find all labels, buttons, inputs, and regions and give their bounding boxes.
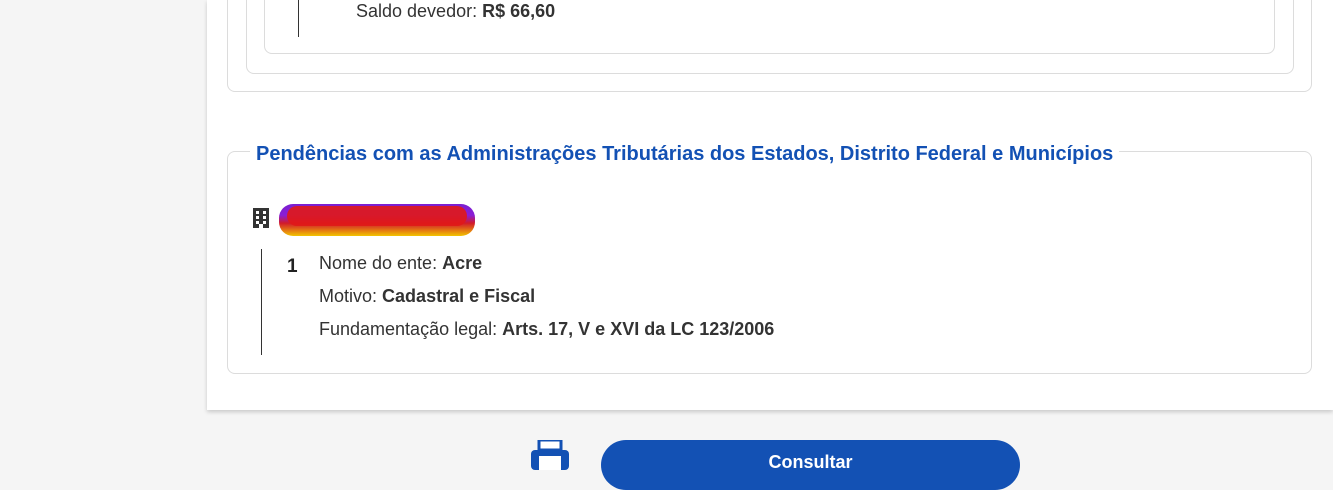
redaction-scribble xyxy=(287,206,467,226)
motivo-label: Motivo: xyxy=(319,286,378,306)
fundamentacao-label: Fundamentação legal: xyxy=(319,319,498,339)
building-icon xyxy=(252,207,270,229)
ente-line: Nome do ente: Acre xyxy=(319,252,482,274)
motivo-line: Motivo: Cadastral e Fiscal xyxy=(319,285,535,307)
fundamentacao-line: Fundamentação legal: Arts. 17, V e XVI d… xyxy=(319,318,774,340)
action-button[interactable]: Consultar xyxy=(601,440,1020,490)
ente-value: Acre xyxy=(442,253,483,273)
balance-label: Saldo devedor: xyxy=(356,1,478,21)
balance-value: R$ 66,60 xyxy=(482,1,556,21)
ente-label: Nome do ente: xyxy=(319,253,438,273)
balance-line: Saldo devedor: R$ 66,60 xyxy=(356,0,555,22)
state-item-divider xyxy=(261,249,262,355)
previous-item-divider xyxy=(298,0,299,37)
motivo-value: Cadastral e Fiscal xyxy=(382,286,536,306)
printer-icon[interactable] xyxy=(529,438,571,470)
fundamentacao-value: Arts. 17, V e XVI da LC 123/2006 xyxy=(502,319,775,339)
state-section-title: Pendências com as Administrações Tributá… xyxy=(250,141,1120,167)
item-number: 1 xyxy=(287,256,298,277)
